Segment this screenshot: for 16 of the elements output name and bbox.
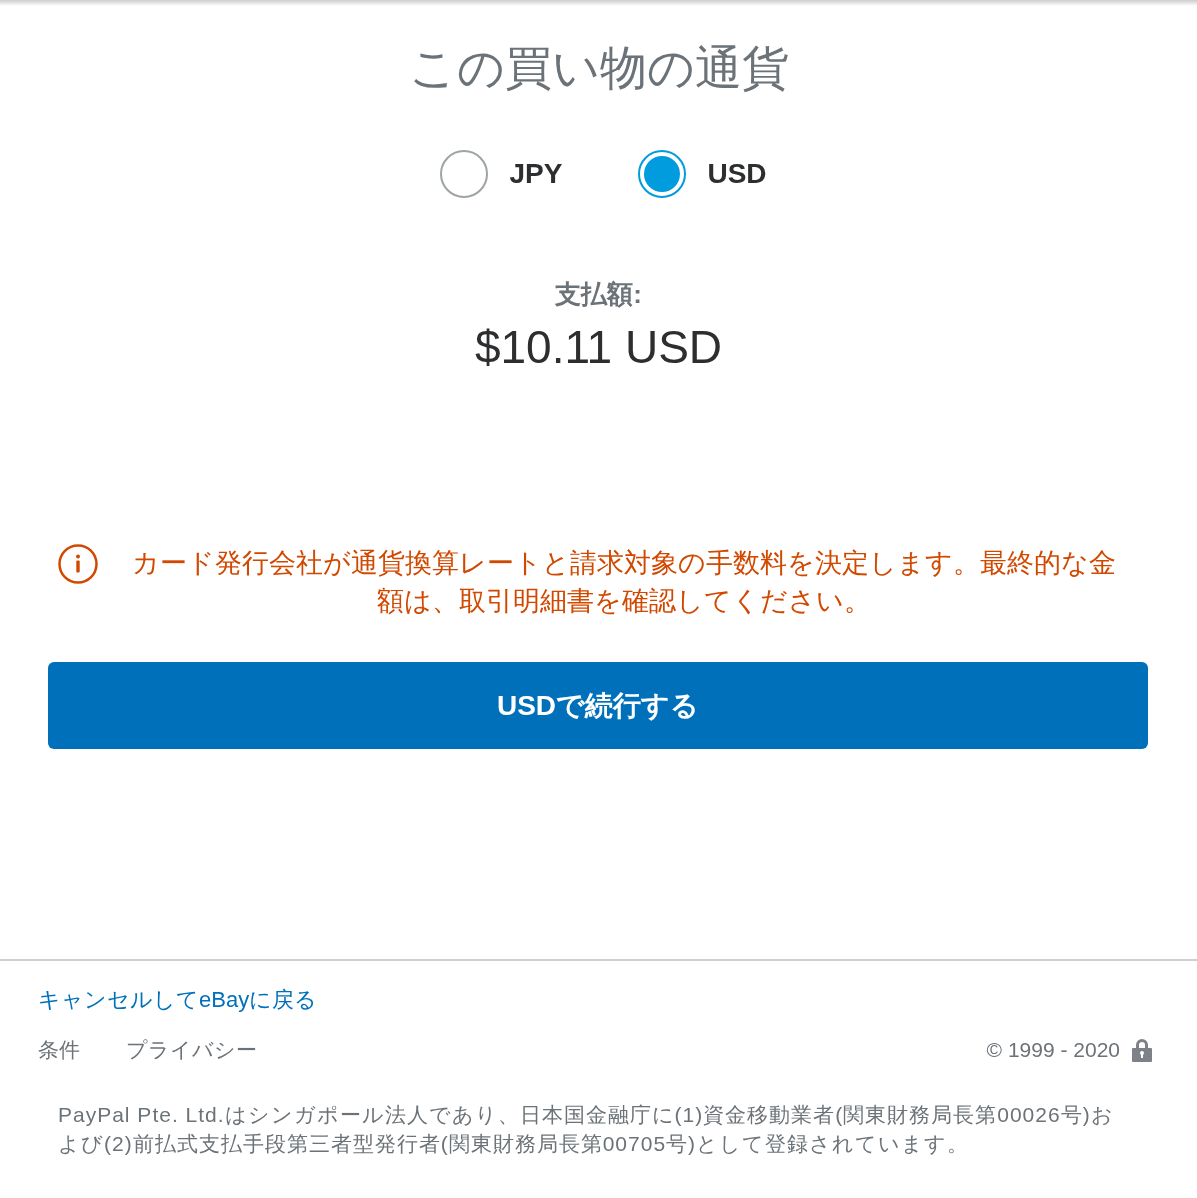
cancel-link[interactable]: キャンセルしてeBayに戻る	[38, 985, 318, 1015]
payment-amount: $10.11 USD	[474, 320, 723, 374]
currency-label: JPY	[509, 158, 563, 190]
payment-label: 支払額:	[555, 278, 642, 310]
notice-text: カード発行会社が通貨換算レートと請求対象の手数料を決定します。最終的な金額は、取引明細書を確認してください。	[131, 547, 1117, 618]
footer-link[interactable]: プライバシー	[126, 1036, 257, 1064]
page-title: この買い物の通貨	[407, 41, 790, 95]
lock-icon	[1132, 1038, 1152, 1062]
footer-link[interactable]: 条件	[38, 1036, 80, 1064]
currency-label: USD	[707, 158, 767, 190]
radio-button[interactable]	[638, 150, 687, 198]
continue-button[interactable]: USDで続行する	[48, 662, 1148, 749]
info-icon	[58, 544, 98, 584]
legal-text: PayPal Pte. Ltd.はシンガポール法人であり、日本国金融庁に(1)資金移動業者(関東財務局長第00026号)および(2)前払式支払手段第三者型発行者(関東財務局長第00705号)として登録されています。	[58, 1102, 1115, 1157]
copyright-text: © 1999 - 2020	[986, 1037, 1120, 1063]
radio-button[interactable]	[440, 150, 489, 198]
